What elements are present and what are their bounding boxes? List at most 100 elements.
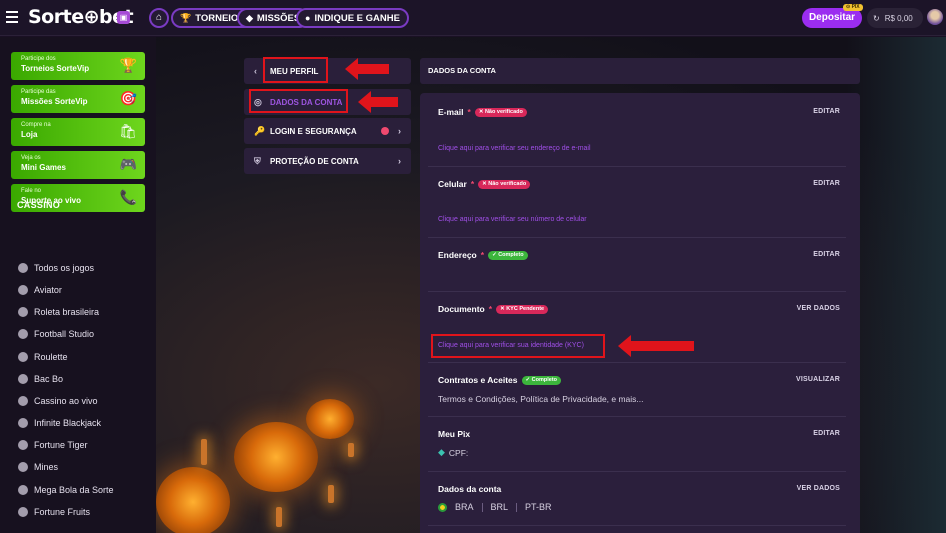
pix-key-row: ◆ CPF:: [438, 447, 468, 458]
target-icon: 🎯: [119, 90, 137, 106]
chevron-right-icon: ›: [398, 126, 401, 136]
sidebar-item-label: Fortune Fruits: [34, 507, 91, 517]
promo-torneios[interactable]: Participe dos Torneios SorteVip 🏆: [11, 52, 145, 80]
refresh-icon[interactable]: ↻: [873, 14, 880, 23]
pix-key-label: CPF:: [448, 447, 469, 458]
sidebar-item-infinite-blackjack[interactable]: Infinite Blackjack: [18, 418, 101, 428]
promo-minigames[interactable]: Veja os Mini Games 🎮: [11, 151, 145, 179]
status-badge: ✓ Completo: [521, 375, 562, 385]
tiger-icon: [18, 440, 28, 450]
address-row-title: Endereço * ✓ Completo: [438, 250, 528, 260]
promo-title: Missões SorteVip: [21, 97, 88, 106]
pumpkin-image: [234, 422, 318, 492]
contracts-summary: Termos e Condições, Política de Privacid…: [438, 394, 644, 404]
sidebar-item-label: Mines: [34, 462, 59, 472]
email-edit-button[interactable]: EDITAR: [813, 108, 840, 115]
contracts-row-title: Contratos e Aceites ✓ Completo: [438, 375, 562, 385]
candle-image: [328, 485, 334, 503]
sidebar-item-label: Football Studio: [34, 329, 95, 339]
field-label: Documento: [438, 304, 485, 314]
sidebar-item-bac-bo[interactable]: Bac Bo: [18, 374, 63, 384]
home-button[interactable]: ⌂: [149, 8, 169, 28]
country-value: BRA: [455, 502, 474, 512]
sidebar-item-label: Cassino ao vivo: [34, 396, 98, 406]
pix-row-title: Meu Pix: [438, 429, 470, 439]
email-row-title: E-mail * ✕ Não verificado: [438, 107, 527, 117]
candle-image: [201, 439, 207, 465]
background-glow: [846, 37, 946, 533]
sidebar-item-football-studio[interactable]: Football Studio: [18, 329, 94, 339]
required-mark: *: [488, 304, 493, 314]
document-row-title: Documento * ✕ KYC Pendente: [438, 304, 549, 314]
plane-icon: [18, 285, 28, 295]
verify-email-link[interactable]: Clique aqui para verificar seu endereço …: [438, 145, 591, 152]
sidebar-item-label: Aviator: [34, 285, 62, 295]
nav-indique[interactable]: ● INDIQUE E GANHE: [296, 8, 409, 28]
contracts-view-button[interactable]: VISUALIZAR: [796, 376, 840, 383]
deposit-button[interactable]: Depositar: [802, 8, 862, 28]
sidebar-item-fortune-tiger[interactable]: Fortune Tiger: [18, 440, 88, 450]
required-mark: *: [470, 179, 475, 189]
menu-icon[interactable]: [6, 11, 18, 23]
chevron-up-icon[interactable]: ⌃: [130, 199, 138, 210]
status-badge: ✕ KYC Pendente: [496, 304, 549, 314]
candle-image: [276, 507, 282, 527]
red-arrow: [618, 335, 694, 357]
required-mark: *: [467, 107, 471, 117]
field-label: Endereço: [438, 250, 477, 260]
document-view-button[interactable]: VER DADOS: [797, 305, 840, 312]
highlight-box: [431, 334, 605, 358]
cassino-heading[interactable]: CASSINO: [17, 200, 60, 210]
phone-edit-button[interactable]: EDITAR: [813, 180, 840, 187]
sidebar-item-todos-os-jogos[interactable]: Todos os jogos: [18, 263, 94, 273]
field-label: Dados da conta: [438, 484, 502, 494]
promo-title: Torneios SorteVip: [21, 64, 90, 73]
promo-loja[interactable]: Compre na Loja 🛍: [11, 118, 145, 146]
sidebar-item-roulette[interactable]: Roulette: [18, 352, 68, 362]
gamepad-icon: 🎮: [119, 156, 137, 172]
address-edit-button[interactable]: EDITAR: [813, 251, 840, 258]
promo-small: Veja os: [21, 155, 41, 161]
divider: [428, 362, 846, 363]
sidebar-item-label: Roleta brasileira: [34, 307, 100, 317]
account-locale-row: BRA BRL PT-BR: [438, 502, 552, 512]
sidebar-item-cassino-ao-vivo[interactable]: Cassino ao vivo: [18, 396, 98, 406]
roulette-icon: [18, 329, 28, 339]
sidebar-item-label: Infinite Blackjack: [34, 418, 102, 428]
phone-row-title: Celular * ✕ Não verificado: [438, 179, 531, 189]
menu-login-seguranca[interactable]: 🔑 LOGIN E SEGURANÇA ›: [244, 118, 411, 144]
balance-value: R$ 0,00: [884, 13, 913, 23]
sidebar-item-label: Bac Bo: [34, 374, 64, 384]
mine-icon: [18, 462, 28, 472]
sidebar-item-aviator[interactable]: Aviator: [18, 285, 62, 295]
promo-small: Participe dos: [21, 56, 56, 62]
home-icon: ⌂: [155, 12, 163, 23]
avatar[interactable]: [927, 9, 943, 25]
chevron-left-icon[interactable]: ‹: [254, 66, 257, 76]
sidebar-item-fortune-fruits[interactable]: Fortune Fruits: [18, 507, 90, 517]
nav-label: MISSÕES: [256, 12, 301, 24]
sidebar-item-mines[interactable]: Mines: [18, 462, 58, 472]
menu-protecao-conta[interactable]: ⛨ PROTEÇÃO DE CONTA ›: [244, 148, 411, 174]
roulette-icon: [18, 307, 28, 317]
field-label: Celular: [438, 179, 467, 189]
chevron-right-icon: ›: [398, 156, 401, 166]
red-arrow: [358, 91, 398, 113]
balance-display[interactable]: ↻ R$ 0,00: [867, 8, 923, 28]
account-data-view-button[interactable]: VER DADOS: [797, 485, 840, 492]
promo-missoes[interactable]: Participe das Missões SorteVip 🎯: [11, 85, 145, 113]
sidebar-item-mega-bola[interactable]: Mega Bola da Sorte: [18, 485, 114, 495]
sidebar-item-roleta-brasileira[interactable]: Roleta brasileira: [18, 307, 99, 317]
required-mark: *: [480, 250, 485, 260]
highlight-box: [249, 89, 348, 113]
pix-icon: ◆: [438, 447, 445, 457]
vip-badge-icon: ▣: [117, 11, 130, 24]
shopping-bag-icon: 🛍: [119, 123, 137, 139]
roulette-icon: [18, 374, 28, 384]
highlight-box: [263, 57, 328, 83]
nav-label: INDIQUE E GANHE: [314, 12, 400, 24]
promo-small: Fale no: [21, 188, 42, 194]
verify-phone-link[interactable]: Clique aqui para verificar seu número de…: [438, 216, 587, 223]
notification-dot: [381, 127, 389, 135]
pix-edit-button[interactable]: EDITAR: [813, 430, 840, 437]
